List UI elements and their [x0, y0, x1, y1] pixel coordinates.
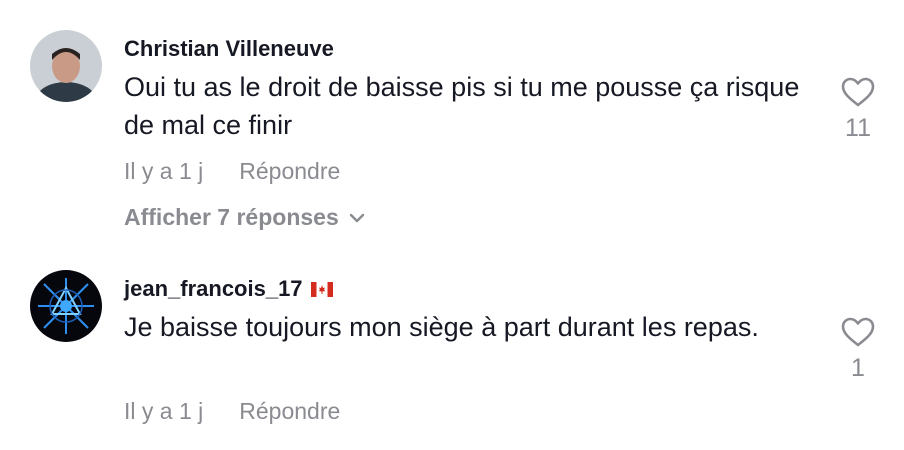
comment-text: Oui tu as le droit de baisse pis si tu m… [124, 72, 800, 140]
avatar[interactable] [30, 270, 102, 342]
comment-meta: Il y a 1 j Répondre [124, 398, 340, 425]
comment-timestamp: Il y a 1 j [124, 158, 204, 184]
reply-button[interactable]: Répondre [239, 158, 340, 185]
like-count: 1 [851, 354, 865, 382]
like-control: 1 [836, 316, 880, 383]
canada-flag-icon [310, 281, 333, 297]
comment-meta: Il y a 1 j Répondre [124, 158, 340, 185]
comment-text: Je baisse toujours mon siège à part dura… [124, 312, 759, 342]
username-text: Christian Villeneuve [124, 36, 334, 61]
heart-icon[interactable] [840, 76, 876, 108]
avatar[interactable] [30, 30, 102, 102]
username-text: jean_francois_17 [124, 276, 303, 301]
comment-timestamp: Il y a 1 j [124, 398, 204, 424]
comment-username[interactable]: jean_francois_17 [124, 276, 333, 302]
like-count: 11 [845, 114, 871, 142]
like-control: 11 [836, 76, 880, 143]
reply-button[interactable]: Répondre [239, 398, 340, 425]
view-replies-label: Afficher 7 réponses [124, 204, 339, 230]
user-avatar-image [30, 30, 102, 102]
view-replies-button[interactable]: Afficher 7 réponses [124, 204, 365, 231]
heart-icon[interactable] [840, 316, 876, 348]
comment-item: jean_francois_17 Je baisse toujours mon … [0, 240, 904, 450]
comment-username[interactable]: Christian Villeneuve [124, 36, 334, 62]
comment-item: Christian Villeneuve Oui tu as le droit … [0, 0, 904, 240]
user-avatar-image [30, 270, 102, 342]
chevron-down-icon [349, 213, 364, 222]
